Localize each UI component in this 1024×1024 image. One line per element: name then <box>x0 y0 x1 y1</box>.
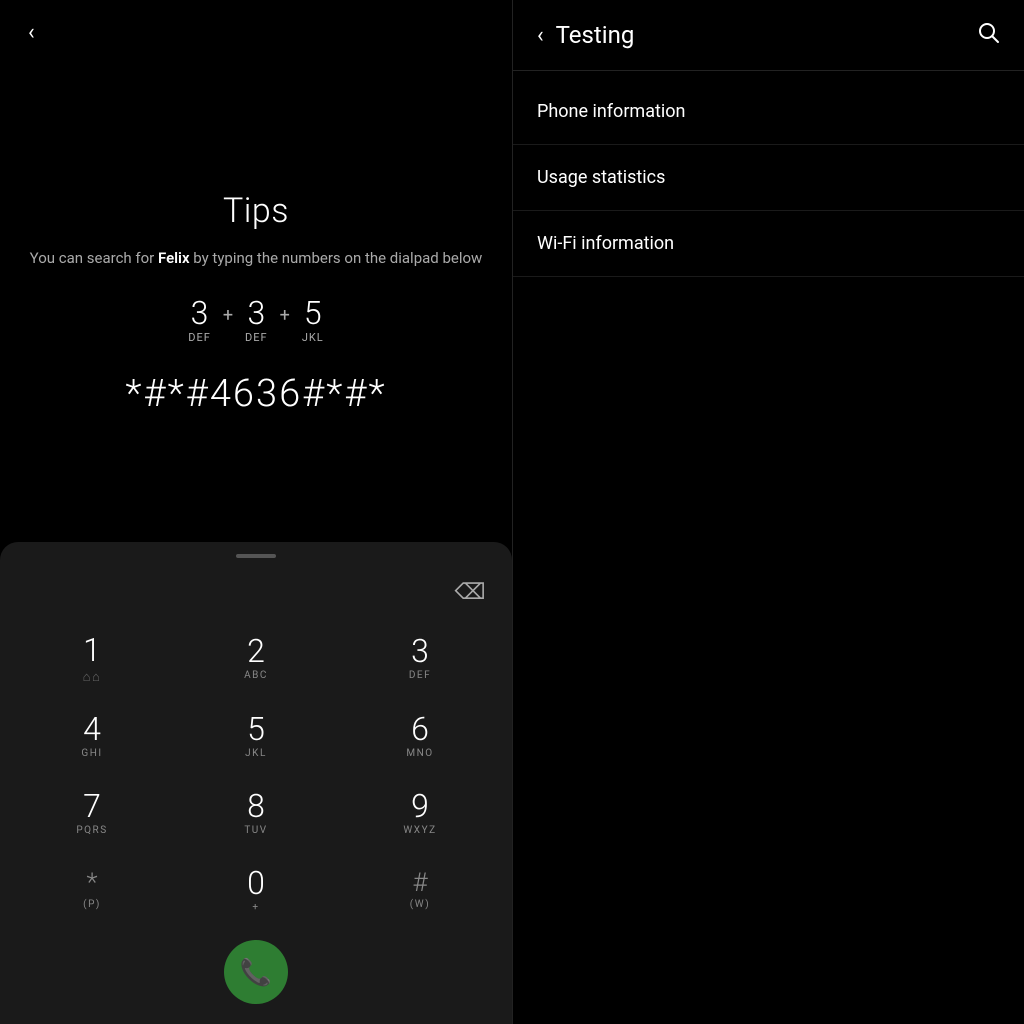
num-plus-1: + <box>221 305 235 326</box>
dial-key-8[interactable]: 8 TUV <box>174 776 338 853</box>
dial-key-1[interactable]: 1 ⌂⌂ <box>10 620 174 699</box>
dialpad-input-row: ⌫ <box>0 574 512 610</box>
right-title: Testing <box>556 21 635 49</box>
num-plus-2: + <box>278 305 292 326</box>
num-label-2: DEF <box>245 331 268 344</box>
dial-key-9[interactable]: 9 WXYZ <box>338 776 502 853</box>
tips-section: Tips You can search for Felix by typing … <box>0 65 512 542</box>
dialpad-section: ⌫ 1 ⌂⌂ 2 ABC 3 DEF 4 GHI 5 <box>0 542 512 1024</box>
dial-key-0[interactable]: 0 + <box>174 853 338 930</box>
left-header: ‹ <box>0 0 512 65</box>
dial-key-3[interactable]: 3 DEF <box>338 620 502 699</box>
dialpad-grid: 1 ⌂⌂ 2 ABC 3 DEF 4 GHI 5 JKL 6 MNO <box>0 620 512 930</box>
dial-key-hash[interactable]: # (W) <box>338 853 502 930</box>
tips-title: Tips <box>223 191 289 231</box>
num-digit-1: 3 <box>191 297 209 329</box>
num-label-1: DEF <box>188 331 211 344</box>
dial-key-star[interactable]: * (P) <box>10 853 174 930</box>
dialpad-handle <box>236 554 276 558</box>
tips-subtitle: You can search for Felix by typing the n… <box>30 247 483 270</box>
num-item-2: 3 DEF <box>245 297 268 344</box>
right-header: ‹ Testing <box>513 0 1024 71</box>
menu-item-phone-info[interactable]: Phone information <box>513 79 1024 145</box>
dial-key-7[interactable]: 7 PQRS <box>10 776 174 853</box>
backspace-button[interactable]: ⌫ <box>448 574 492 610</box>
right-header-left: ‹ Testing <box>537 21 634 49</box>
num-label-3: JKL <box>302 331 324 344</box>
num-digit-3: 5 <box>304 297 322 329</box>
dial-key-6[interactable]: 6 MNO <box>338 699 502 776</box>
dial-key-2[interactable]: 2 ABC <box>174 620 338 699</box>
dial-key-4[interactable]: 4 GHI <box>10 699 174 776</box>
left-panel: ‹ Tips You can search for Felix by typin… <box>0 0 512 1024</box>
call-button[interactable]: 📞 <box>224 940 288 1004</box>
back-button-right[interactable]: ‹ <box>537 23 544 48</box>
dialpad-call-row: 📞 <box>224 940 288 1004</box>
num-digit-2: 3 <box>247 297 265 329</box>
number-display: 3 DEF + 3 DEF + 5 JKL <box>188 297 323 344</box>
back-button-left[interactable]: ‹ <box>20 16 43 49</box>
right-panel: ‹ Testing Phone information Usage statis… <box>512 0 1024 1024</box>
dial-key-5[interactable]: 5 JKL <box>174 699 338 776</box>
call-icon: 📞 <box>240 957 272 988</box>
menu-item-wifi-info[interactable]: Wi-Fi information <box>513 211 1024 277</box>
dial-code: *#*#4636#*#* <box>125 372 386 416</box>
search-button[interactable] <box>976 20 1000 50</box>
menu-item-usage-stats[interactable]: Usage statistics <box>513 145 1024 211</box>
backspace-icon: ⌫ <box>454 580 485 605</box>
num-item-1: 3 DEF <box>188 297 211 344</box>
num-item-3: 5 JKL <box>302 297 324 344</box>
menu-list: Phone information Usage statistics Wi-Fi… <box>513 71 1024 277</box>
